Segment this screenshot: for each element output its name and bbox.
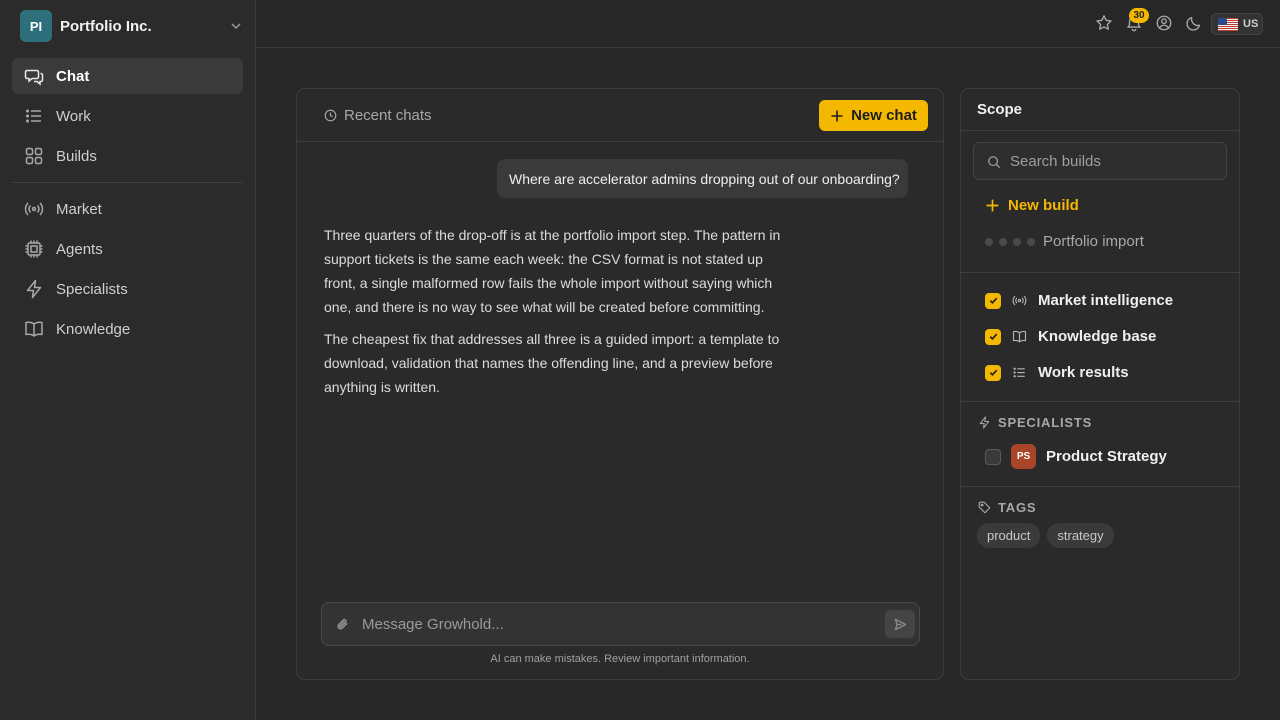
org-name: Portfolio Inc. <box>60 17 152 35</box>
paperclip-icon[interactable] <box>334 616 351 633</box>
message-composer <box>321 602 920 646</box>
search-input[interactable] <box>1010 143 1220 179</box>
tags-heading: TAGS <box>978 500 1036 515</box>
book-icon <box>25 321 43 337</box>
nav-item-builds[interactable]: Builds <box>12 138 243 174</box>
checkbox[interactable] <box>985 292 1001 309</box>
specialists-heading-label: SPECIALISTS <box>998 415 1093 430</box>
user-message: Where are accelerator admins dropping ou… <box>497 159 908 198</box>
nav-item-work[interactable]: Work <box>12 98 243 134</box>
sidebar: PI Portfolio Inc. Chat Work Builds Marke… <box>0 0 256 720</box>
nav-label: Chat <box>56 67 90 85</box>
check-icon <box>989 369 997 376</box>
secondary-nav: Market Agents Specialists Knowledge <box>12 191 243 351</box>
tag-chip[interactable]: strategy <box>1047 523 1114 548</box>
top-bar: 30 US <box>256 0 1280 48</box>
nav-divider <box>12 182 243 183</box>
book-icon <box>1012 330 1027 343</box>
tag-icon <box>978 501 991 514</box>
message-input[interactable] <box>362 603 872 645</box>
nav-label: Specialists <box>56 280 128 298</box>
nav-label: Knowledge <box>56 320 131 338</box>
plus-icon <box>831 110 843 121</box>
list-icon <box>25 109 41 123</box>
ai-disclaimer: AI can make mistakes. Review important i… <box>490 653 750 665</box>
org-avatar: PI <box>20 10 52 42</box>
nav-label: Work <box>56 107 91 125</box>
specialist-label: Product Strategy <box>1046 448 1167 465</box>
user-circle-icon[interactable] <box>1155 14 1173 32</box>
recent-chats-button[interactable]: Recent chats <box>324 107 432 124</box>
send-button[interactable] <box>885 610 915 638</box>
new-chat-button[interactable]: New chat <box>819 100 928 131</box>
build-search <box>973 142 1227 180</box>
checkbox[interactable] <box>985 364 1001 381</box>
clock-icon <box>324 109 337 122</box>
nav-label: Agents <box>56 240 103 258</box>
specialist-product-strategy[interactable]: PS Product Strategy <box>985 444 1167 469</box>
send-icon <box>894 618 906 630</box>
build-item-label: Portfolio import <box>1043 233 1144 250</box>
nav-item-agents[interactable]: Agents <box>12 231 243 267</box>
scope-title: Scope <box>977 101 1023 118</box>
checkbox[interactable] <box>985 448 1001 465</box>
specialist-avatar: PS <box>1011 444 1036 469</box>
bolt-icon <box>26 279 42 299</box>
assistant-message: Three quarters of the drop-off is at the… <box>324 223 794 399</box>
bolt-icon <box>979 416 990 429</box>
new-build-button[interactable]: New build <box>985 197 1079 214</box>
new-chat-label: New chat <box>851 107 917 124</box>
tag-chip[interactable]: product <box>977 523 1041 548</box>
star-icon[interactable] <box>1095 14 1113 32</box>
list-icon <box>1013 367 1025 378</box>
plus-icon <box>986 199 999 212</box>
broadcast-icon <box>1012 295 1027 306</box>
nav-label: Market <box>56 200 102 218</box>
nav-label: Builds <box>56 147 97 165</box>
locale-switcher[interactable]: US <box>1211 13 1263 35</box>
source-market-intelligence[interactable]: Market intelligence <box>985 292 1173 309</box>
progress-dots-icon <box>985 237 1035 246</box>
notification-badge: 30 <box>1129 8 1149 23</box>
divider <box>961 401 1239 402</box>
source-knowledge-base[interactable]: Knowledge base <box>985 328 1156 345</box>
recent-chats-label: Recent chats <box>344 107 432 124</box>
broadcast-icon <box>24 202 44 216</box>
source-work-results[interactable]: Work results <box>985 364 1129 381</box>
locale-code: US <box>1243 18 1259 30</box>
nav-item-market[interactable]: Market <box>12 191 243 227</box>
nav-item-specialists[interactable]: Specialists <box>12 271 243 307</box>
assistant-paragraph: The cheapest fix that addresses all thre… <box>324 331 780 395</box>
nav-item-knowledge[interactable]: Knowledge <box>12 311 243 347</box>
specialists-heading: SPECIALISTS <box>978 415 1092 430</box>
chip-icon <box>25 240 43 258</box>
nav-item-chat[interactable]: Chat <box>12 58 243 94</box>
chat-icon <box>24 69 44 86</box>
primary-nav: Chat Work Builds <box>12 58 243 178</box>
new-build-label: New build <box>1008 197 1079 214</box>
checkbox[interactable] <box>985 328 1001 345</box>
divider <box>961 272 1239 273</box>
source-label: Work results <box>1038 364 1129 381</box>
grid-icon <box>25 147 43 165</box>
search-icon <box>988 156 1001 169</box>
moon-icon[interactable] <box>1185 14 1203 32</box>
tags-heading-label: TAGS <box>998 500 1037 515</box>
org-switcher[interactable]: PI Portfolio Inc. <box>20 10 244 42</box>
build-item[interactable]: Portfolio import <box>985 233 1144 250</box>
chat-header: Recent chats New chat <box>297 89 943 142</box>
scope-panel: Scope New build Portfolio import Market … <box>960 88 1240 680</box>
check-icon <box>989 333 997 340</box>
us-flag-icon <box>1218 17 1238 31</box>
source-label: Market intelligence <box>1038 292 1174 309</box>
assistant-paragraph: Three quarters of the drop-off is at the… <box>324 227 781 315</box>
tag-list: product strategy <box>977 523 1114 548</box>
chevron-down-icon <box>231 23 241 30</box>
source-label: Knowledge base <box>1038 328 1157 345</box>
check-icon <box>989 297 997 304</box>
divider <box>961 486 1239 487</box>
divider <box>961 130 1239 131</box>
chat-panel: Recent chats New chat Where are accelera… <box>296 88 944 680</box>
